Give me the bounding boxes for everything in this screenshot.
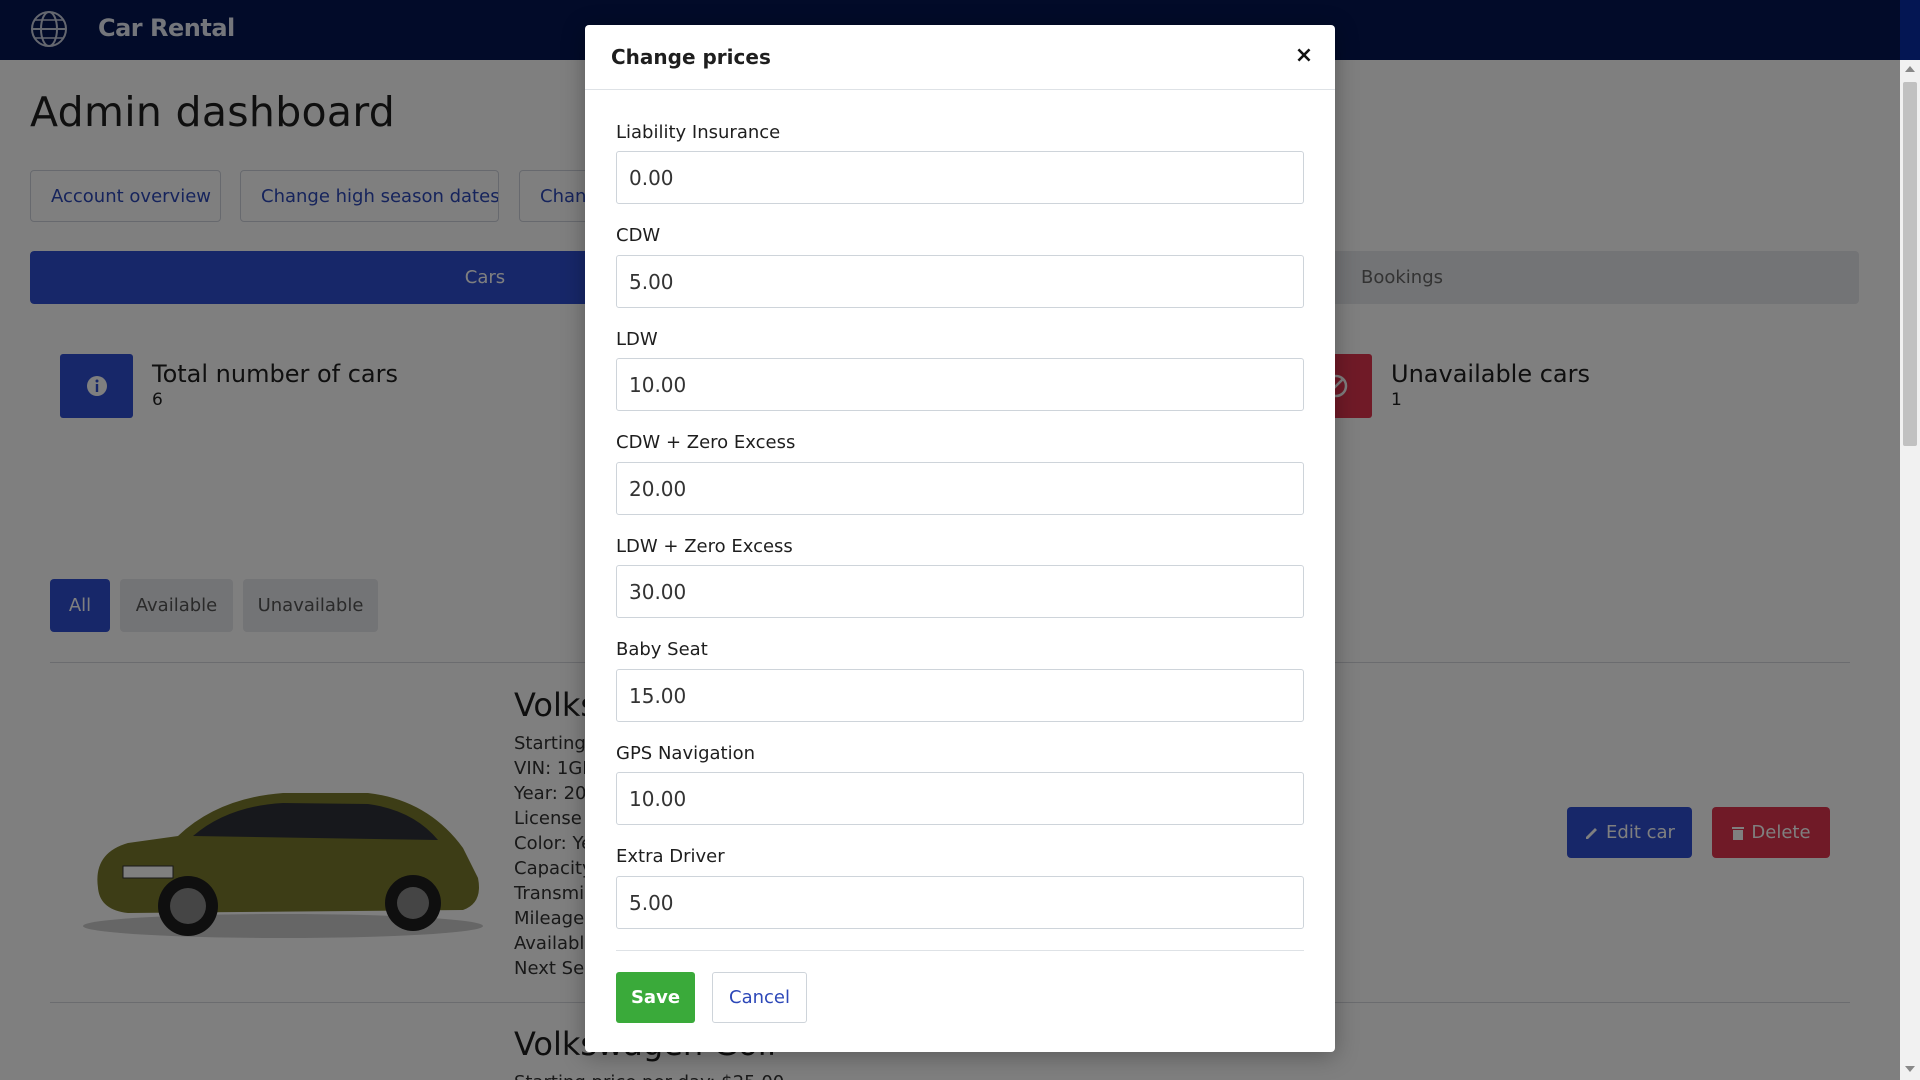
scrollbar-thumb[interactable] [1903,82,1917,446]
gps-navigation-label: GPS Navigation [616,743,756,764]
ldw-input[interactable] [616,358,1304,411]
modal-divider [616,950,1304,951]
gps-navigation-input[interactable] [616,772,1304,825]
cdw-input[interactable] [616,255,1304,308]
extra-driver-input[interactable] [616,876,1304,929]
scroll-up-arrow-icon[interactable] [1905,66,1915,72]
cdw-zero-excess-label: CDW + Zero Excess [616,432,796,453]
save-button[interactable]: Save [616,972,695,1023]
ldw-zero-excess-label: LDW + Zero Excess [616,536,793,557]
liability-insurance-label: Liability Insurance [616,122,781,143]
scroll-down-arrow-icon[interactable] [1905,1066,1915,1072]
close-icon[interactable]: × [1291,43,1317,69]
liability-insurance-input[interactable] [616,151,1304,204]
ldw-zero-excess-input[interactable] [616,565,1304,618]
cdw-label: CDW [616,225,661,246]
modal-title: Change prices [611,45,771,69]
change-prices-modal: Change prices × Liability Insurance CDW … [585,25,1335,1052]
ldw-label: LDW [616,329,658,350]
modal-header: Change prices × [585,25,1335,90]
baby-seat-input[interactable] [616,669,1304,722]
cancel-button[interactable]: Cancel [712,972,807,1023]
extra-driver-label: Extra Driver [616,846,725,867]
baby-seat-label: Baby Seat [616,639,708,660]
cdw-zero-excess-input[interactable] [616,462,1304,515]
